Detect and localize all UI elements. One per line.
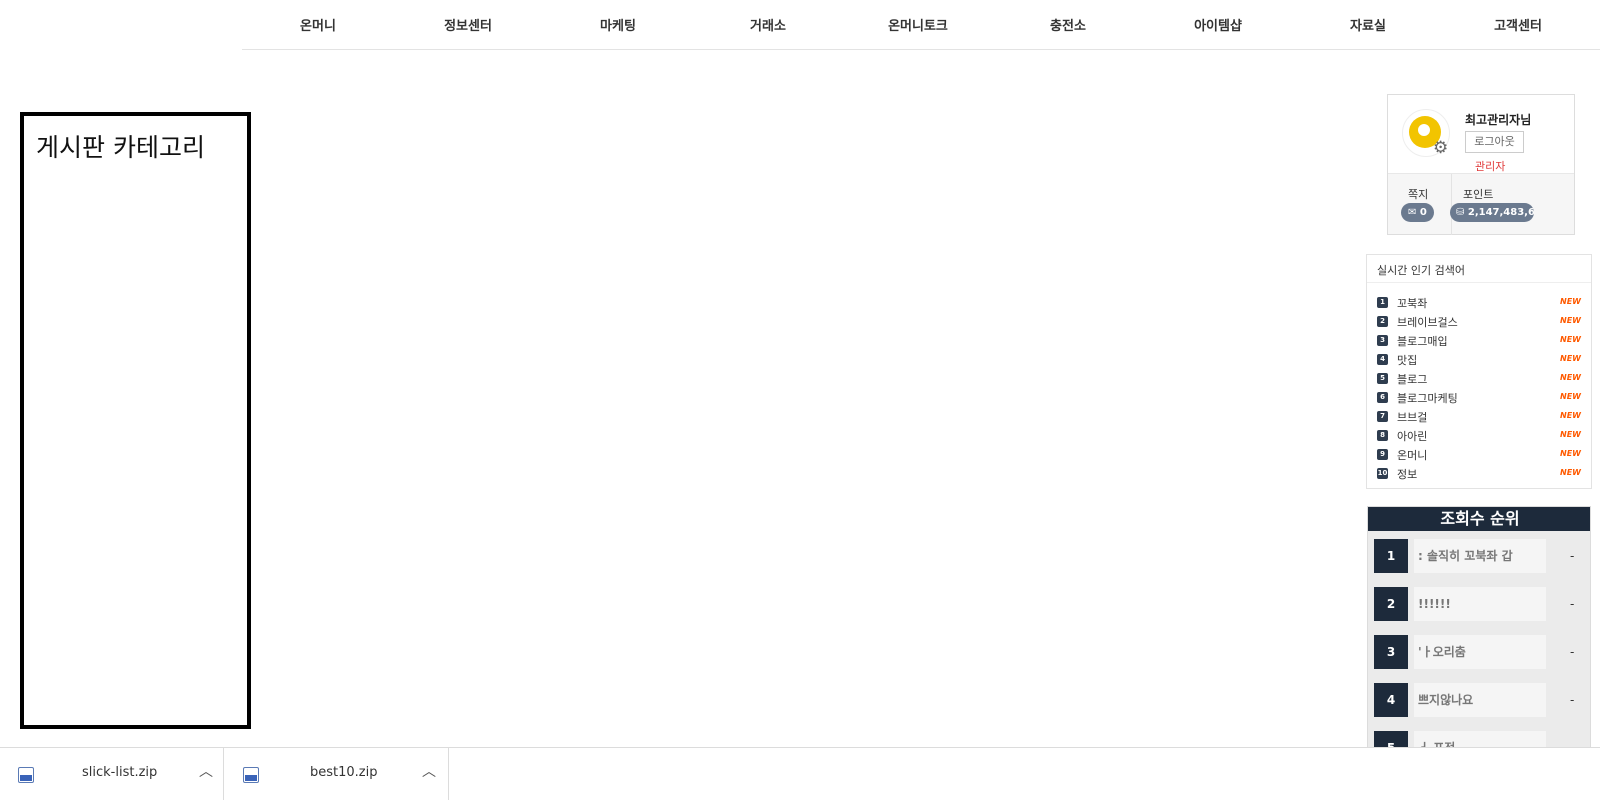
search-keyword: 온머니 [1397, 449, 1428, 462]
coins-icon: ⛁ [1456, 207, 1465, 218]
download-item[interactable]: slick-list.zip ︿ [0, 748, 224, 800]
rank-badge: 2 [1377, 316, 1388, 327]
ranking-title: 쁘지않나요 [1414, 683, 1546, 717]
rank-badge: 4 [1377, 354, 1388, 365]
logout-button[interactable]: 로그아웃 [1465, 131, 1524, 153]
ranking-title: 'ㅏ오리춤 [1414, 635, 1546, 669]
point-value: 2,147,483,64 [1467, 207, 1534, 218]
point-badge[interactable]: ⛁ 2,147,483,64 [1450, 203, 1534, 222]
nav-item-marketing[interactable]: 마케팅 [600, 15, 636, 34]
view-ranking-panel: 조회수 순위 1 : 솔직히 꼬북좌 갑 - 2 !!!!!! - 3 'ㅏ오리… [1367, 506, 1591, 750]
rank-badge: 10 [1377, 468, 1388, 479]
new-badge: NEW [1560, 335, 1581, 344]
chevron-up-icon[interactable]: ︿ [422, 761, 436, 781]
list-item[interactable]: 8 아아린 NEW [1377, 426, 1581, 444]
list-item[interactable]: 10 정보 NEW [1377, 464, 1581, 482]
ranking-row[interactable]: 4 쁘지않나요 - [1374, 683, 1586, 717]
ranking-count: - [1570, 549, 1575, 563]
top-navigation: 온머니 정보센터 마케팅 거래소 온머니토크 충전소 아이템샵 자료실 고객센터 [242, 0, 1600, 50]
rank-badge: 5 [1377, 373, 1388, 384]
new-badge: NEW [1560, 373, 1581, 382]
download-filename: best10.zip [310, 765, 378, 780]
list-item[interactable]: 2 브레이브걸스 NEW [1377, 312, 1581, 330]
nav-item-onmoney[interactable]: 온머니 [300, 15, 336, 34]
list-item[interactable]: 9 온머니 NEW [1377, 445, 1581, 463]
nav-item-onmoney-talk[interactable]: 온머니토크 [888, 15, 948, 34]
memo-label: 쪽지 [1408, 188, 1429, 201]
admin-link[interactable]: 관리자 [1475, 158, 1505, 174]
nav-item-customer-center[interactable]: 고객센터 [1494, 15, 1542, 34]
rank-badge: 8 [1377, 430, 1388, 441]
search-keyword: 정보 [1397, 468, 1418, 481]
new-badge: NEW [1560, 449, 1581, 458]
search-keyword: 블로그마케팅 [1397, 392, 1458, 405]
rank-badge: 3 [1377, 335, 1388, 346]
new-badge: NEW [1560, 354, 1581, 363]
search-keyword: 아아린 [1397, 430, 1428, 443]
ranking-number: 3 [1374, 635, 1408, 669]
popular-search-title: 실시간 인기 검색어 [1377, 264, 1465, 277]
search-keyword: 블로그매입 [1397, 335, 1448, 348]
ranking-count: - [1570, 693, 1575, 707]
popular-search-panel: 실시간 인기 검색어 1 꼬북좌 NEW 2 브레이브걸스 NEW 3 블로그매… [1366, 254, 1592, 489]
gear-icon[interactable]: ⚙ [1433, 138, 1448, 158]
nav-item-exchange[interactable]: 거래소 [750, 15, 786, 34]
download-bar: slick-list.zip ︿ best10.zip ︿ [0, 747, 1600, 800]
rank-badge: 7 [1377, 411, 1388, 422]
nav-item-library[interactable]: 자료실 [1350, 15, 1386, 34]
search-keyword: 브레이브걸스 [1397, 316, 1458, 329]
rank-badge: 6 [1377, 392, 1388, 403]
ranking-number: 2 [1374, 587, 1408, 621]
ranking-number: 1 [1374, 539, 1408, 573]
list-item[interactable]: 4 맛집 NEW [1377, 350, 1581, 368]
zip-file-icon [243, 767, 259, 783]
new-badge: NEW [1560, 392, 1581, 401]
board-category-box: 게시판 카테고리 [20, 112, 251, 729]
ranking-row[interactable]: 3 'ㅏ오리춤 - [1374, 635, 1586, 669]
ranking-row[interactable]: 1 : 솔직히 꼬북좌 갑 - [1374, 539, 1586, 573]
new-badge: NEW [1560, 411, 1581, 420]
list-item[interactable]: 6 블로그마케팅 NEW [1377, 388, 1581, 406]
board-category-title: 게시판 카테고리 [36, 133, 205, 162]
memo-badge[interactable]: ✉ 0 [1401, 203, 1434, 222]
search-keyword: 브브걸 [1397, 411, 1428, 424]
envelope-icon: ✉ [1408, 207, 1417, 218]
download-filename: slick-list.zip [82, 765, 158, 780]
point-label: 포인트 [1463, 188, 1494, 201]
zip-file-icon [18, 767, 34, 783]
list-item[interactable]: 3 블로그매입 NEW [1377, 331, 1581, 349]
memo-count: 0 [1419, 207, 1427, 218]
list-item[interactable]: 5 블로그 NEW [1377, 369, 1581, 387]
search-keyword: 맛집 [1397, 354, 1418, 367]
ranking-count: - [1570, 597, 1575, 611]
new-badge: NEW [1560, 430, 1581, 439]
new-badge: NEW [1560, 316, 1581, 325]
ranking-count: - [1570, 645, 1575, 659]
ranking-number: 4 [1374, 683, 1408, 717]
ranking-row[interactable]: 2 !!!!!! - [1374, 587, 1586, 621]
rank-badge: 9 [1377, 449, 1388, 460]
nav-item-charging-station[interactable]: 충전소 [1050, 15, 1086, 34]
new-badge: NEW [1560, 468, 1581, 477]
search-keyword: 꼬북좌 [1397, 297, 1428, 310]
list-item[interactable]: 1 꼬북좌 NEW [1377, 293, 1581, 311]
new-badge: NEW [1560, 297, 1581, 306]
ranking-title: : 솔직히 꼬북좌 갑 [1414, 539, 1546, 573]
rank-badge: 1 [1377, 297, 1388, 308]
list-item[interactable]: 7 브브걸 NEW [1377, 407, 1581, 425]
nav-item-info-center[interactable]: 정보센터 [444, 15, 492, 34]
avatar[interactable]: ⚙ [1402, 109, 1450, 158]
ranking-title: !!!!!! [1414, 587, 1546, 621]
profile-name: 최고관리자님 [1465, 113, 1532, 127]
search-keyword: 블로그 [1397, 373, 1428, 386]
profile-stats: 쪽지 ✉ 0 포인트 ⛁ 2,147,483,64 [1388, 173, 1574, 235]
download-item[interactable]: best10.zip ︿ [225, 748, 449, 800]
nav-item-item-shop[interactable]: 아이템샵 [1194, 15, 1242, 34]
profile-panel: ⚙ 최고관리자님 로그아웃 관리자 쪽지 ✉ 0 포인트 ⛁ 2,147,483… [1387, 94, 1575, 235]
view-ranking-title: 조회수 순위 [1368, 507, 1590, 531]
chevron-up-icon[interactable]: ︿ [199, 761, 213, 781]
